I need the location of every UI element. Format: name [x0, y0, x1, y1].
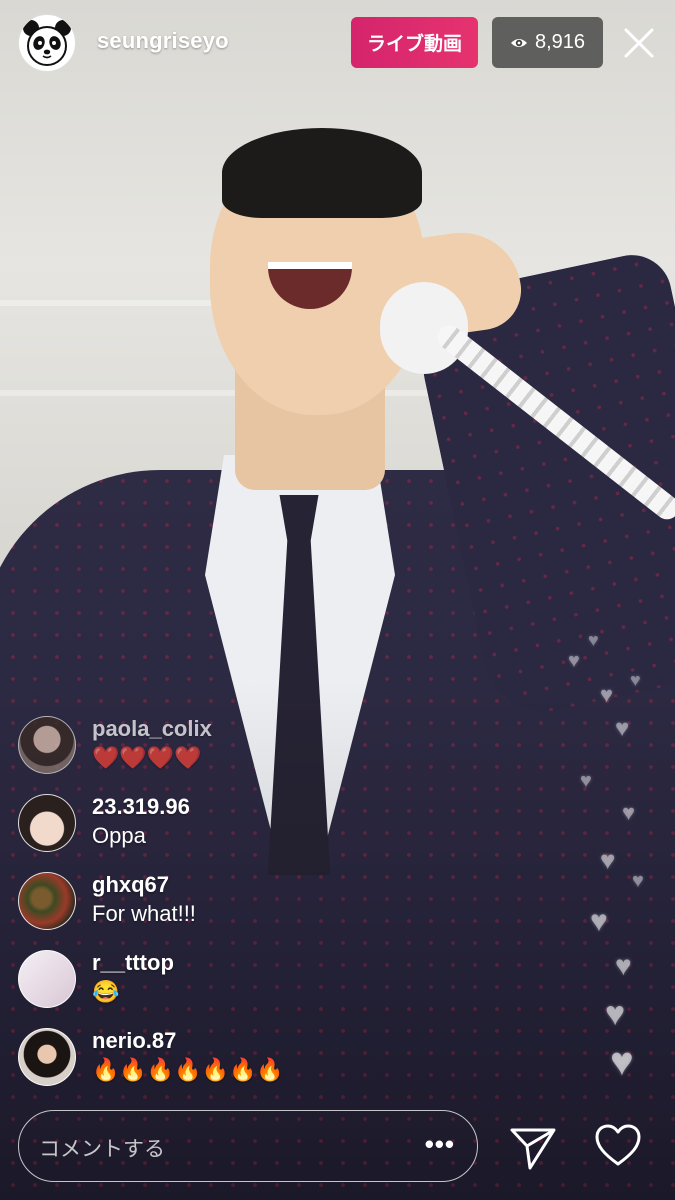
- panda-icon: [23, 20, 71, 66]
- floating-hearts: ♥ ♥ ♥ ♥ ♥ ♥ ♥ ♥ ♥ ♥ ♥ ♥ ♥: [560, 620, 670, 1100]
- send-icon: [510, 1128, 556, 1170]
- heart-icon: ♥: [610, 1040, 634, 1084]
- commenter-avatar[interactable]: [18, 794, 76, 852]
- viewer-count-badge[interactable]: 8,916: [492, 17, 603, 68]
- comment-text: 😂: [92, 979, 120, 1004]
- like-button[interactable]: [594, 1122, 642, 1170]
- commenter-avatar[interactable]: [18, 950, 76, 1008]
- commenter-username[interactable]: r__tttop: [92, 950, 174, 976]
- send-button[interactable]: [508, 1122, 558, 1172]
- comment-text: 🔥🔥🔥🔥🔥🔥🔥: [92, 1057, 284, 1082]
- heart-icon: ♥: [622, 800, 636, 825]
- heart-icon: ♥: [588, 630, 599, 650]
- comment-item: r__tttop 😂: [18, 946, 478, 1024]
- broadcaster-avatar[interactable]: [18, 14, 76, 72]
- comment-placeholder: コメントする: [39, 1138, 165, 1161]
- close-button[interactable]: [620, 24, 658, 62]
- live-badge: ライブ動画: [351, 17, 478, 68]
- live-stream-screen: seungriseyo ライブ動画 8,916 paola_colix ❤️❤️…: [0, 0, 675, 1200]
- eye-icon: [510, 38, 527, 47]
- heart-icon: ♥: [632, 870, 644, 892]
- comment-item: 23.319.96 Oppa: [18, 790, 478, 868]
- comment-text: Oppa: [92, 823, 146, 848]
- commenter-username[interactable]: nerio.87: [92, 1028, 176, 1054]
- close-icon: [624, 28, 654, 58]
- heart-icon: ♥: [600, 845, 616, 875]
- commenter-username[interactable]: paola_colix: [92, 716, 212, 742]
- heart-icon: ♥: [580, 770, 592, 792]
- heart-icon: ♥: [615, 950, 632, 981]
- comment-item: paola_colix ❤️❤️❤️❤️: [18, 712, 478, 790]
- heart-icon: ♥: [600, 682, 614, 707]
- comment-item: ghxq67 For what!!!: [18, 868, 478, 946]
- comment-input[interactable]: コメントする •••: [18, 1110, 478, 1182]
- broadcaster-username[interactable]: seungriseyo: [97, 28, 229, 54]
- heart-icon: [595, 1124, 641, 1166]
- heart-icon: ♥: [605, 995, 626, 1033]
- commenter-username[interactable]: ghxq67: [92, 872, 169, 898]
- more-options-button[interactable]: •••: [425, 1129, 455, 1160]
- commenter-avatar[interactable]: [18, 1028, 76, 1086]
- commenter-avatar[interactable]: [18, 716, 76, 774]
- comment-text: For what!!!: [92, 901, 196, 926]
- comment-feed: paola_colix ❤️❤️❤️❤️ 23.319.96 Oppa ghxq…: [18, 712, 478, 1102]
- heart-icon: ♥: [630, 670, 641, 690]
- hair: [222, 128, 422, 218]
- heart-icon: ♥: [590, 905, 608, 938]
- heart-icon: ♥: [615, 715, 630, 742]
- comment-text: ❤️❤️❤️❤️: [92, 745, 202, 770]
- comment-item: nerio.87 🔥🔥🔥🔥🔥🔥🔥: [18, 1024, 478, 1102]
- commenter-username[interactable]: 23.319.96: [92, 794, 190, 820]
- commenter-avatar[interactable]: [18, 872, 76, 930]
- heart-icon: ♥: [568, 650, 580, 672]
- viewer-count: 8,916: [534, 31, 586, 53]
